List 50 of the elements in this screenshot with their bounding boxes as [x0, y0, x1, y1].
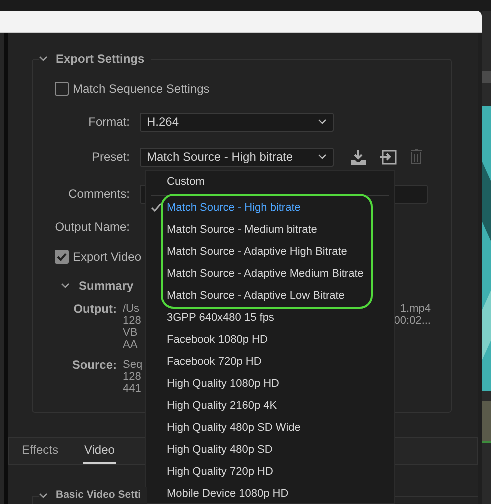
- summary-value: /Us: [123, 303, 140, 315]
- section-title: Summary: [79, 278, 134, 295]
- menu-item[interactable]: Match Source - Adaptive Medium Bitrate: [167, 266, 364, 282]
- check-icon: [57, 253, 67, 261]
- menu-item[interactable]: 3GPP 640x480 15 fps: [167, 310, 274, 326]
- menu-item[interactable]: Match Source - Adaptive High Bitrate: [167, 244, 348, 260]
- checkbox-label: Match Sequence Settings: [73, 81, 210, 98]
- summary-value: AA: [123, 339, 139, 351]
- section-title: Export Settings: [56, 51, 145, 68]
- summary-value: Seq: [123, 359, 143, 371]
- tab[interactable]: Effects: [21, 441, 60, 464]
- menu-item[interactable]: High Quality 1080p HD: [167, 376, 280, 392]
- collapse-caret-icon[interactable]: [39, 493, 48, 499]
- summary-value: 1.mp4: [399, 303, 431, 315]
- checkbox[interactable]: [55, 250, 69, 264]
- import-icon[interactable]: [380, 150, 397, 164]
- menu-item[interactable]: Facebook 1080p HD: [167, 332, 268, 348]
- menu-item[interactable]: Mobile Device 1080p HD: [167, 486, 289, 502]
- checkbox-label: Export Video: [73, 249, 142, 266]
- menu-item[interactable]: Match Source - High bitrate: [167, 200, 301, 216]
- menu-item[interactable]: Match Source - Medium bitrate: [167, 222, 318, 238]
- field-label: Comments:: [68, 186, 130, 203]
- download-icon[interactable]: [350, 150, 367, 164]
- field-label: Format:: [88, 114, 130, 131]
- menu-item[interactable]: High Quality 2160p 4K: [167, 398, 278, 414]
- summary-value: 441: [123, 383, 142, 395]
- menu-item[interactable]: Facebook 720p HD: [167, 354, 262, 370]
- menu-item[interactable]: Custom: [167, 174, 205, 190]
- menu-item[interactable]: High Quality 480p SD: [167, 442, 273, 458]
- menu-item[interactable]: Match Source - Adaptive Low Bitrate: [167, 288, 345, 304]
- checkbox[interactable]: [55, 82, 69, 96]
- menu-item[interactable]: High Quality 720p HD: [167, 464, 274, 480]
- summary-value: VB: [123, 327, 139, 339]
- section-title: Basic Video Setti: [56, 488, 142, 504]
- collapse-caret-icon[interactable]: [39, 56, 48, 62]
- checkmark-icon: [151, 203, 162, 213]
- summary-label: Output:: [72, 303, 117, 318]
- tab[interactable]: Video: [83, 441, 116, 464]
- field-label: Preset:: [90, 149, 130, 166]
- format-dropdown[interactable]: H.264: [140, 112, 334, 132]
- preset-dropdown[interactable]: Match Source - High bitrate: [140, 148, 334, 166]
- summary-label: Source:: [71, 359, 117, 374]
- summary-value: 128: [123, 371, 142, 383]
- chevron-icon: [318, 119, 327, 125]
- menu-item[interactable]: High Quality 480p SD Wide: [167, 420, 301, 436]
- field-label: Output Name:: [54, 219, 130, 236]
- summary-value: 00:02...: [394, 315, 431, 327]
- chevron-icon: [318, 154, 327, 160]
- summary-value: 128: [123, 315, 142, 327]
- collapse-caret-icon[interactable]: [61, 283, 70, 289]
